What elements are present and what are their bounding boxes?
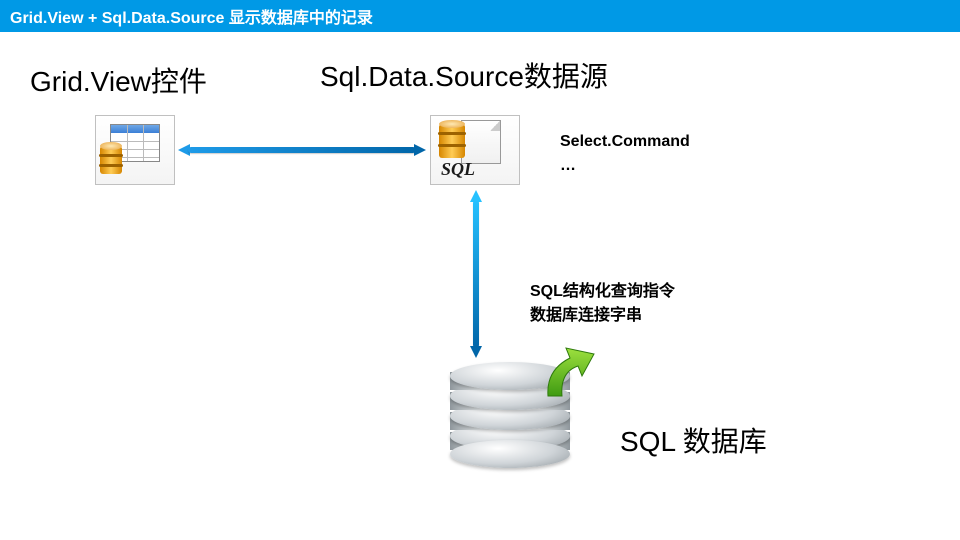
database-label: SQL 数据库	[620, 420, 767, 460]
sqldatasource-heading: Sql.Data.Source数据源	[320, 55, 608, 95]
arrow-gridview-to-sqlsource	[178, 144, 426, 156]
select-command-annotation: Select.Command …	[560, 130, 690, 178]
sql-icon-label: SQL	[441, 159, 475, 180]
gridview-heading: Grid.View控件	[30, 60, 207, 100]
slide-title-bar: Grid.View + Sql.Data.Source 显示数据库中的记录	[0, 0, 960, 32]
connection-line1: SQL结构化查询指令	[530, 280, 675, 304]
select-command-line1: Select.Command	[560, 130, 690, 154]
green-arrow-icon	[540, 346, 600, 404]
gridview-icon	[95, 115, 175, 185]
slide-title: Grid.View + Sql.Data.Source 显示数据库中的记录	[10, 10, 373, 27]
connection-line2: 数据库连接字串	[530, 304, 675, 328]
select-command-line2: …	[560, 154, 690, 178]
connection-annotation: SQL结构化查询指令 数据库连接字串	[530, 280, 675, 328]
arrow-sqlsource-to-db	[470, 190, 482, 358]
sqldatasource-icon: SQL	[430, 115, 520, 185]
